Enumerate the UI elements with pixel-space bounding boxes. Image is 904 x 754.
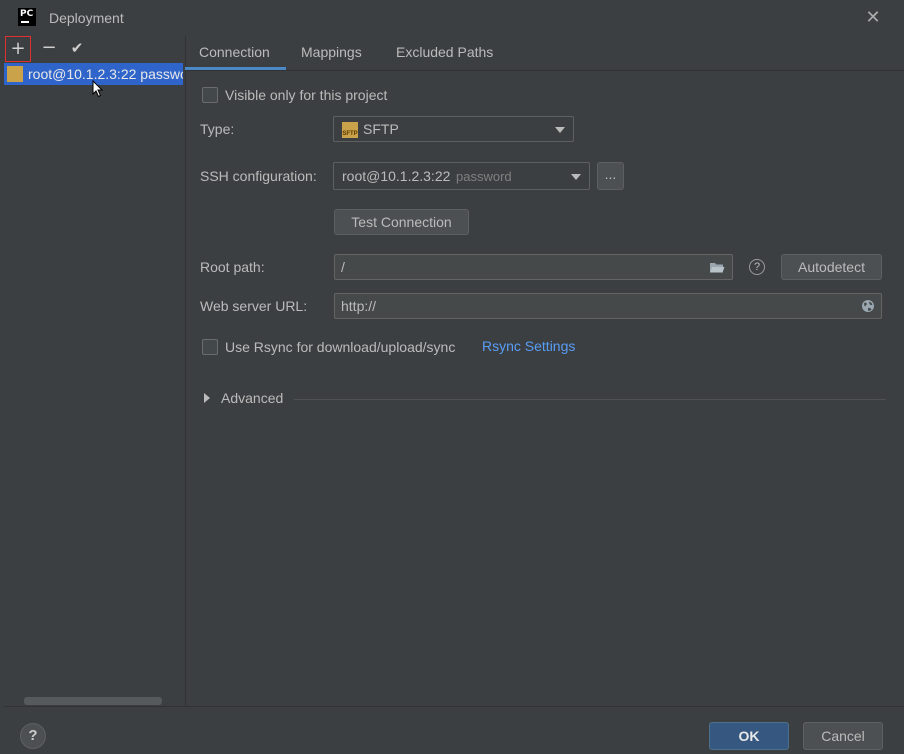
advanced-section-label[interactable]: Advanced bbox=[221, 390, 283, 406]
folder-icon[interactable] bbox=[709, 261, 725, 274]
deployment-dialog: PC Deployment ✕ + − ✔ root@10.1.2.3:22 p… bbox=[4, 0, 904, 753]
pycharm-logo-icon: PC bbox=[18, 8, 36, 26]
advanced-divider bbox=[294, 399, 886, 400]
server-list-panel: + − ✔ root@10.1.2.3:22 password bbox=[4, 36, 186, 706]
chevron-right-icon[interactable] bbox=[204, 393, 210, 403]
type-select[interactable]: SFTP SFTP bbox=[333, 116, 574, 142]
type-value: SFTP bbox=[363, 121, 399, 137]
rsync-settings-link[interactable]: Rsync Settings bbox=[482, 338, 575, 354]
use-rsync-label: Use Rsync for download/upload/sync bbox=[225, 339, 456, 355]
chevron-down-icon bbox=[555, 127, 565, 133]
help-button[interactable]: ? bbox=[20, 723, 46, 749]
cancel-button[interactable]: Cancel bbox=[803, 722, 883, 750]
root-path-input[interactable]: / bbox=[334, 254, 733, 280]
globe-icon[interactable] bbox=[861, 299, 875, 313]
help-icon[interactable]: ? bbox=[749, 259, 765, 275]
web-server-url-input[interactable]: http:// bbox=[334, 293, 882, 319]
ok-button[interactable]: OK bbox=[709, 722, 789, 750]
active-tab-indicator bbox=[185, 67, 286, 70]
add-server-button[interactable]: + bbox=[5, 36, 31, 62]
ssh-configuration-more-button[interactable]: ... bbox=[597, 162, 624, 190]
root-path-label: Root path: bbox=[200, 259, 265, 275]
chevron-down-icon bbox=[571, 174, 581, 180]
horizontal-scrollbar[interactable] bbox=[24, 697, 162, 705]
tab-bar: Connection Mappings Excluded Paths bbox=[185, 36, 904, 71]
test-connection-button[interactable]: Test Connection bbox=[334, 209, 469, 235]
dialog-footer: ? OK Cancel bbox=[4, 706, 904, 754]
ssh-configuration-label: SSH configuration: bbox=[200, 168, 317, 184]
web-server-url-value: http:// bbox=[341, 298, 377, 314]
visible-only-label: Visible only for this project bbox=[225, 87, 388, 103]
type-label: Type: bbox=[200, 121, 235, 137]
web-server-url-label: Web server URL: bbox=[200, 298, 308, 314]
apply-default-button[interactable]: ✔ bbox=[64, 36, 90, 62]
visible-only-checkbox[interactable] bbox=[202, 87, 218, 103]
ssh-configuration-value: root@10.1.2.3:22 bbox=[342, 168, 451, 184]
autodetect-button[interactable]: Autodetect bbox=[781, 254, 882, 280]
mouse-cursor-icon bbox=[92, 80, 104, 98]
close-icon[interactable]: ✕ bbox=[862, 6, 884, 28]
ssh-configuration-select[interactable]: root@10.1.2.3:22 password bbox=[333, 162, 590, 190]
tab-mappings[interactable]: Mappings bbox=[301, 44, 362, 60]
use-rsync-checkbox[interactable] bbox=[202, 339, 218, 355]
root-path-value: / bbox=[341, 259, 345, 275]
window-title: Deployment bbox=[49, 10, 124, 26]
tab-excluded-paths[interactable]: Excluded Paths bbox=[396, 44, 493, 60]
server-label: root@10.1.2.3:22 password bbox=[28, 66, 183, 82]
title-bar: PC Deployment ✕ bbox=[4, 0, 904, 36]
remove-server-button[interactable]: − bbox=[36, 36, 62, 62]
sftp-icon bbox=[7, 66, 23, 82]
sftp-icon: SFTP bbox=[342, 122, 358, 138]
tab-connection[interactable]: Connection bbox=[199, 44, 270, 60]
ssh-configuration-hint: password bbox=[456, 169, 512, 184]
